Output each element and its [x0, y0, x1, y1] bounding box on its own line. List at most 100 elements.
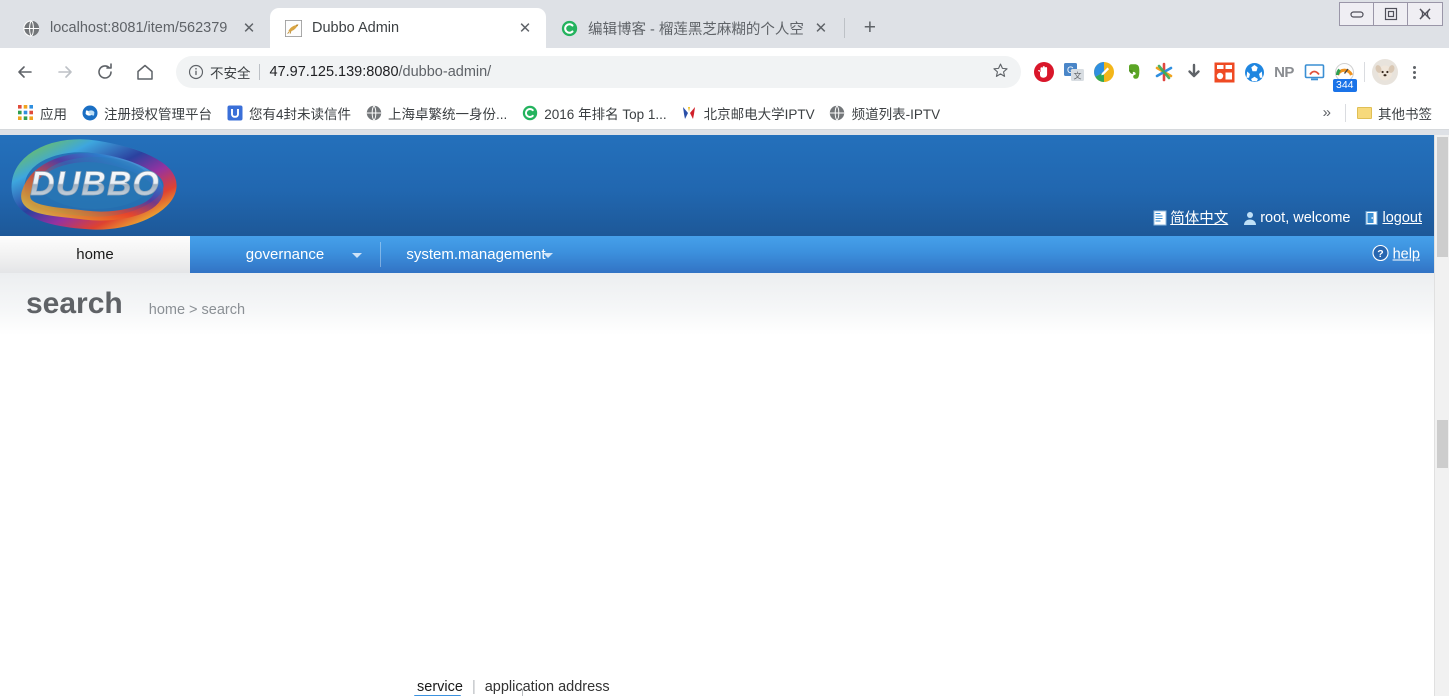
browser-tab-2[interactable]: Dubbo Admin ✕ [270, 8, 546, 48]
bookmark-3[interactable]: 上海卓繁统一身份... [358, 100, 514, 126]
ribbon-icon [681, 104, 698, 121]
csdn-icon [521, 104, 538, 121]
url-text: 47.97.125.139:8080/dubbo-admin/ [270, 64, 985, 80]
blue-globe-icon[interactable] [1239, 57, 1269, 87]
toolbar-divider [1364, 62, 1365, 82]
svg-text:?: ? [1377, 247, 1383, 259]
tab-separator: | [471, 679, 476, 695]
user-icon [1242, 210, 1258, 226]
home-button[interactable] [128, 55, 162, 89]
browser-toolbar: 不安全 47.97.125.139:8080/dubbo-admin/ G文 N… [0, 48, 1449, 96]
question-circle-icon: ? [1372, 244, 1389, 265]
vertical-scrollbar[interactable] [1434, 135, 1449, 696]
dubbo-logo[interactable]: DUBBO [0, 135, 190, 236]
help-link[interactable]: ? help [1372, 244, 1420, 265]
np-text-icon[interactable]: NP [1269, 57, 1299, 87]
tab-title: localhost:8081/item/562379 [50, 20, 228, 36]
scrollbar-thumb-secondary[interactable] [1437, 420, 1448, 468]
globe-icon [365, 104, 382, 121]
tab-vertical-rule [522, 689, 523, 696]
gauge-icon[interactable]: 344 [1329, 57, 1359, 92]
tab-close-button[interactable]: ✕ [514, 17, 536, 39]
nav-item-home[interactable]: home [0, 236, 190, 273]
bookmarks-overflow-button[interactable]: » [1313, 104, 1341, 121]
logout-label: logout [1382, 209, 1422, 226]
evernote-icon[interactable] [1119, 57, 1149, 87]
orange-grid-icon[interactable] [1209, 57, 1239, 87]
dubbo-admin-page: DUBBO 简体中文 root, welcome logout home gov… [0, 135, 1434, 696]
tab-divider [843, 18, 845, 38]
download-arrow-icon[interactable] [1179, 57, 1209, 87]
page-title: search [26, 287, 123, 320]
reload-button[interactable] [88, 55, 122, 89]
bookmark-1[interactable]: 注册授权管理平台 [74, 100, 219, 126]
other-bookmarks-folder[interactable]: 其他书签 [1350, 100, 1439, 126]
forward-button[interactable] [48, 55, 82, 89]
new-tab-button[interactable]: + [855, 13, 885, 43]
bookmark-4[interactable]: 2016 年排名 Top 1... [514, 100, 673, 126]
address-bar[interactable]: 不安全 47.97.125.139:8080/dubbo-admin/ [176, 56, 1021, 88]
np-label: NP [1274, 63, 1294, 81]
pen-circle-icon[interactable] [1089, 57, 1119, 87]
omnibox-divider [258, 64, 260, 80]
user-welcome: root, welcome [1242, 210, 1350, 226]
dubbo-logo-text: DUBBO [30, 165, 160, 203]
tab-service[interactable]: service [411, 679, 469, 695]
bookmark-2[interactable]: 您有4封未读信件 [219, 100, 358, 126]
tab-title: Dubbo Admin [312, 20, 400, 36]
page-content: service | application address SEARCH [0, 335, 1434, 696]
chevron-down-icon [352, 252, 362, 258]
search-block: service | application address SEARCH [404, 671, 1044, 696]
user-bar: 简体中文 root, welcome logout [1138, 207, 1422, 228]
bookmark-5[interactable]: 北京邮电大学IPTV [674, 100, 822, 126]
tab-application-address[interactable]: application address [479, 679, 616, 695]
window-minimize-button[interactable] [1340, 3, 1374, 25]
browser-window: localhost:8081/item/562379 ✕ Dubbo Admin… [0, 0, 1449, 696]
security-status-text: 不安全 [210, 66, 251, 81]
language-switcher[interactable]: 简体中文 [1152, 207, 1228, 228]
bookmark-apps[interactable]: 应用 [10, 100, 74, 126]
globe-icon [22, 19, 40, 37]
window-restore-button[interactable] [1374, 3, 1408, 25]
bookmarks-bar: 应用 注册授权管理平台 您有4封未读信件 上海卓繁统一身份... 2016 年排 [0, 96, 1449, 130]
main-nav: home governance system.management ? help [0, 236, 1434, 273]
monitor-icon[interactable] [1299, 57, 1329, 87]
scrollbar-thumb[interactable] [1437, 137, 1448, 257]
help-label[interactable]: help [1393, 247, 1420, 263]
doc-language-icon [1152, 210, 1168, 226]
google-translate-icon[interactable]: G文 [1059, 57, 1089, 87]
csdn-icon [560, 19, 578, 37]
nav-item-governance[interactable]: governance [190, 236, 380, 273]
globe-icon [829, 104, 846, 121]
asterisk-colorful-icon[interactable] [1149, 57, 1179, 87]
gauge-badge: 344 [1333, 79, 1357, 92]
bookmark-label: 您有4封未读信件 [249, 106, 352, 122]
nav-label: home [76, 246, 114, 263]
nav-label: governance [245, 246, 325, 263]
window-close-button[interactable] [1408, 3, 1442, 25]
folder-icon [1357, 106, 1372, 119]
adblock-icon[interactable] [1029, 57, 1059, 87]
tab-close-button[interactable]: ✕ [810, 17, 832, 39]
browser-tab-1[interactable]: localhost:8081/item/562379 ✕ [8, 8, 270, 48]
user-welcome-label: root, welcome [1260, 209, 1351, 226]
bookmark-6[interactable]: 频道列表-IPTV [822, 100, 948, 126]
bookmark-label: 上海卓繁统一身份... [388, 106, 508, 122]
svg-text:文: 文 [1074, 71, 1082, 81]
kebab-menu-icon[interactable] [1400, 65, 1428, 79]
bookmark-star-icon[interactable] [992, 62, 1009, 83]
extensions-row: G文 NP 344 [1029, 57, 1359, 92]
back-button[interactable] [8, 55, 42, 89]
nav-item-system-management[interactable]: system.management [381, 236, 571, 273]
language-label: 简体中文 [1170, 211, 1229, 227]
logout-button[interactable]: logout [1364, 210, 1422, 226]
info-circle-icon[interactable] [188, 64, 204, 80]
bookmarks-divider [1345, 103, 1346, 122]
url-host: 47.97.125.139:8080 [269, 64, 399, 80]
browser-tab-3[interactable]: 编辑博客 - 榴莲黑芝麻糊的个人空 ✕ [546, 8, 842, 48]
avatar[interactable] [1370, 57, 1400, 87]
app-header: DUBBO 简体中文 root, welcome logout [0, 135, 1434, 236]
bookmark-label: 应用 [40, 106, 67, 122]
bookmark-label: 频道列表-IPTV [851, 106, 941, 122]
tab-close-button[interactable]: ✕ [238, 17, 260, 39]
